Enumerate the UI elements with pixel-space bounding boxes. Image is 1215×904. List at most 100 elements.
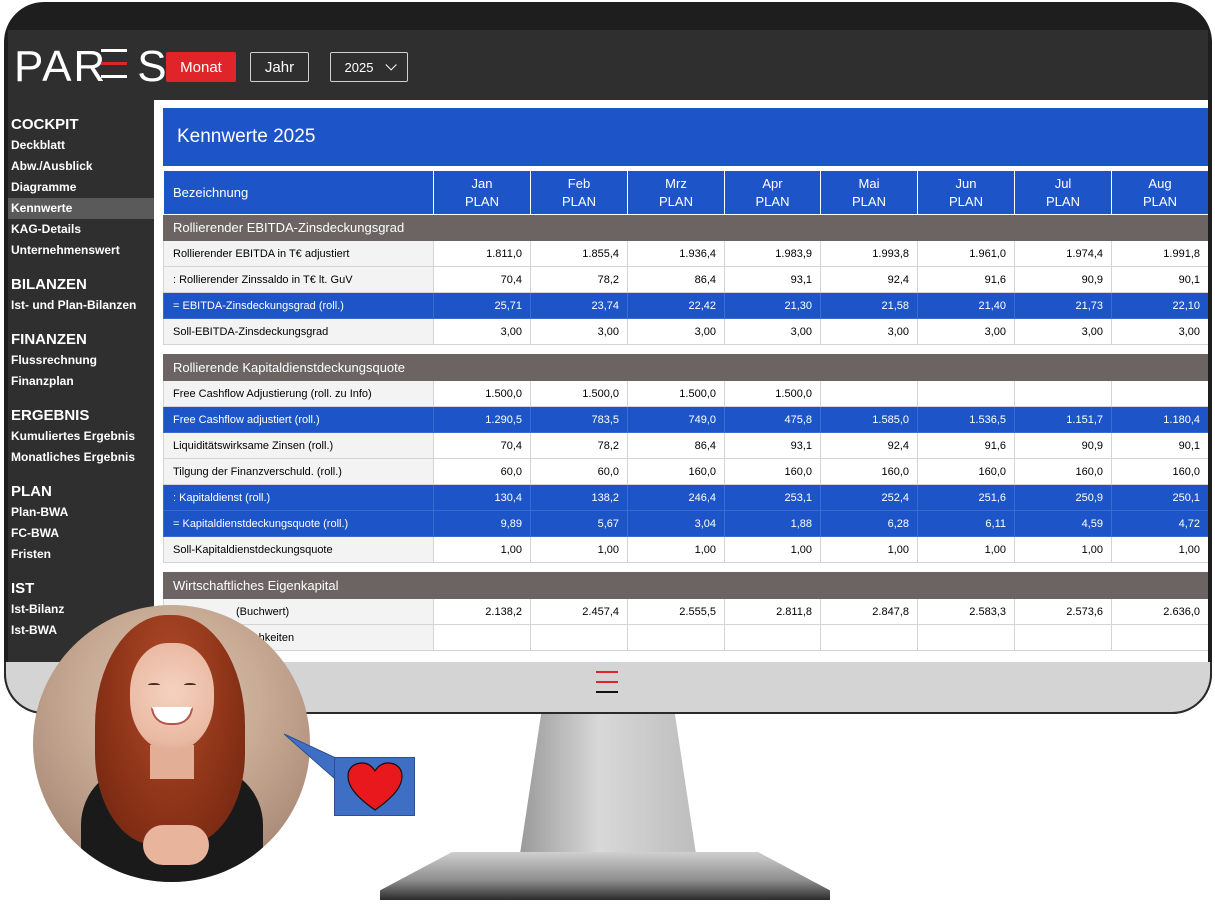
brand-mark-icon	[596, 671, 618, 701]
cell-value: 90,1	[1111, 266, 1208, 293]
cell-value: 3,00	[627, 318, 725, 345]
cell-value: 130,4	[433, 484, 531, 511]
sidebar-section-title[interactable]: FINANZEN	[8, 330, 154, 350]
sidebar-item-unternehmenswert[interactable]: Unternehmenswert	[8, 240, 154, 261]
cell-value: 1.961,0	[917, 240, 1015, 267]
cell-value: 1.585,0	[820, 406, 918, 433]
sidebar-item-abw-ausblick[interactable]: Abw./Ausblick	[8, 156, 154, 177]
cell-value: 21,30	[724, 292, 821, 319]
sidebar-item-diagramme[interactable]: Diagramme	[8, 177, 154, 198]
section-spacer	[163, 344, 1208, 355]
monitor-stand-base	[380, 852, 830, 900]
cell-value: 160,0	[1111, 458, 1208, 485]
sidebar-item-monatliches-ergebnis[interactable]: Monatliches Ergebnis	[8, 447, 154, 468]
cell-value: 2.583,3	[917, 598, 1015, 625]
plan-label: PLAN	[949, 193, 983, 209]
cell-value: 1.500,0	[433, 380, 531, 407]
sidebar-item-finanzplan[interactable]: Finanzplan	[8, 371, 154, 392]
cell-value: 2.636,0	[1111, 598, 1208, 625]
row-label: Free Cashflow adjustiert (roll.)	[163, 406, 434, 433]
cell-value: 1,00	[917, 536, 1015, 563]
cell-value	[1111, 624, 1208, 651]
table-row: Free Cashflow adjustiert (roll.) 1.290,5 7…	[163, 406, 1208, 433]
month-label: Aug	[1148, 175, 1172, 191]
sidebar-item-fc-bwa[interactable]: FC-BWA	[8, 523, 154, 544]
sidebar-section-finanzen: FINANZEN Flussrechnung Finanzplan	[8, 330, 154, 392]
cell-value: 25,71	[433, 292, 531, 319]
sidebar-section-title[interactable]: PLAN	[8, 482, 154, 502]
table-row: Soll-Kapitaldienstdeckungsquote 1,00 1,00 1…	[163, 536, 1208, 563]
year-select[interactable]: 2025	[330, 52, 408, 82]
section-title: Rollierender EBITDA-Zinsdeckungsgrad	[163, 214, 1208, 241]
section-header-row: Rollierende Kapitaldienstdeckungsquote	[163, 354, 1208, 381]
cell-value: 1.500,0	[724, 380, 821, 407]
row-label: = EBITDA-Zinsdeckungsgrad (roll.)	[163, 292, 434, 319]
sidebar-item-plan-bwa[interactable]: Plan-BWA	[8, 502, 154, 523]
month-label: Feb	[567, 175, 591, 191]
plan-label: PLAN	[659, 193, 693, 209]
cell-value: 250,9	[1014, 484, 1112, 511]
cell-value: 91,6	[917, 432, 1015, 459]
logo-e-mark	[101, 49, 127, 88]
sidebar-item-deckblatt[interactable]: Deckblatt	[8, 135, 154, 156]
cell-value: 70,4	[433, 432, 531, 459]
sidebar-item-kumuliertes-ergebnis[interactable]: Kumuliertes Ergebnis	[8, 426, 154, 447]
chevron-down-icon	[385, 59, 398, 71]
column-header-month: Feb PLAN	[530, 170, 628, 215]
cell-value: 1.290,5	[433, 406, 531, 433]
sidebar-section-title[interactable]: IST	[8, 579, 154, 599]
cell-value: 160,0	[820, 458, 918, 485]
cell-value: 2.457,4	[530, 598, 628, 625]
cell-value	[1111, 380, 1208, 407]
sidebar-item-flussrechnung[interactable]: Flussrechnung	[8, 350, 154, 371]
sidebar-item-fristen[interactable]: Fristen	[8, 544, 154, 565]
column-header-month: Jul PLAN	[1014, 170, 1112, 215]
sidebar-section-title[interactable]: BILANZEN	[8, 275, 154, 295]
cell-value: 1,88	[724, 510, 821, 537]
top-bar: PAR S Monat Jahr 2025	[8, 30, 1208, 100]
cell-value: 1,00	[433, 536, 531, 563]
cell-value	[820, 624, 918, 651]
table-row: (Buchwert) 2.138,2 2.457,4 2.555,5 2.811,8 2.…	[163, 598, 1208, 625]
jahr-button[interactable]: Jahr	[250, 52, 309, 82]
cell-value: 3,00	[530, 318, 628, 345]
cell-value: 6,11	[917, 510, 1015, 537]
sidebar-item-kennwerte[interactable]: Kennwerte	[8, 198, 154, 219]
cell-value: 2.138,2	[433, 598, 531, 625]
person-eye-right	[184, 683, 196, 687]
table-header-row: Bezeichnung Jan PLAN Feb PLAN Mrz PLAN Apr PLAN M…	[163, 170, 1208, 215]
cell-value: 3,00	[917, 318, 1015, 345]
monat-button[interactable]: Monat	[166, 52, 236, 82]
cell-value: 160,0	[1014, 458, 1112, 485]
cell-value: 1.151,7	[1014, 406, 1112, 433]
plan-label: PLAN	[852, 193, 886, 209]
sidebar-item-kag-details[interactable]: KAG-Details	[8, 219, 154, 240]
cell-value: 2.555,5	[627, 598, 725, 625]
column-header-month: Apr PLAN	[724, 170, 821, 215]
plan-label: PLAN	[562, 193, 596, 209]
cell-value: 91,6	[917, 266, 1015, 293]
cell-value: 1.180,4	[1111, 406, 1208, 433]
sidebar-section-title[interactable]: ERGEBNIS	[8, 406, 154, 426]
table-row: ndlichkeiten	[163, 624, 1208, 651]
row-label: = Kapitaldienstdeckungsquote (roll.)	[163, 510, 434, 537]
table-row: Soll-EBITDA-Zinsdeckungsgrad 3,00 3,00 3,00…	[163, 318, 1208, 345]
table-row: = Kapitaldienstdeckungsquote (roll.) 9,89…	[163, 510, 1208, 537]
cell-value: 250,1	[1111, 484, 1208, 511]
section-header-row: Wirtschaftliches Eigenkapital	[163, 572, 1208, 599]
main-content: Kennwerte 2025 Bezeichnung Jan PLAN Feb PLAN…	[154, 100, 1208, 662]
sidebar-item-ist-und-plan-bilanzen[interactable]: Ist- und Plan-Bilanzen	[8, 295, 154, 316]
cell-value: 138,2	[530, 484, 628, 511]
cell-value: 1,00	[820, 536, 918, 563]
section-header-row: Rollierender EBITDA-Zinsdeckungsgrad	[163, 214, 1208, 241]
sidebar-section-title[interactable]: COCKPIT	[8, 115, 154, 135]
cell-value: 21,40	[917, 292, 1015, 319]
cell-value: 6,28	[820, 510, 918, 537]
cell-value: 1.855,4	[530, 240, 628, 267]
cell-value: 23,74	[530, 292, 628, 319]
cell-value: 1,00	[724, 536, 821, 563]
row-label: Soll-Kapitaldienstdeckungsquote	[163, 536, 434, 563]
cell-value: 4,72	[1111, 510, 1208, 537]
cell-value: 160,0	[917, 458, 1015, 485]
cell-value: 2.573,6	[1014, 598, 1112, 625]
